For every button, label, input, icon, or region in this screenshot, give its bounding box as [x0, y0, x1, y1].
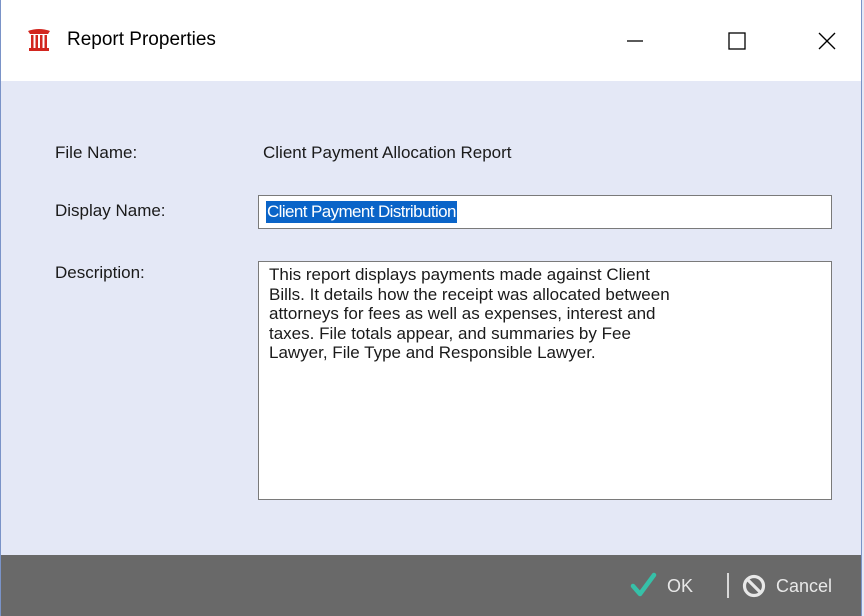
window-title: Report Properties [67, 29, 216, 50]
form-area: File Name: Client Payment Allocation Rep… [1, 81, 861, 555]
close-button[interactable] [791, 0, 863, 81]
maximize-button[interactable] [701, 0, 773, 81]
minimize-icon [627, 39, 643, 42]
cancel-button[interactable]: Cancel [742, 571, 832, 601]
description-label: Description: [55, 263, 145, 282]
cancel-label: Cancel [776, 575, 833, 596]
courthouse-icon [27, 28, 51, 52]
file-name-value: Client Payment Allocation Report [263, 143, 512, 162]
dialog-footer: OK Cancel [1, 555, 861, 616]
maximize-icon [728, 31, 746, 50]
description-textarea[interactable]: This report displays payments made again… [258, 261, 832, 500]
checkmark-icon [630, 572, 657, 597]
ok-button[interactable]: OK [629, 571, 693, 601]
report-properties-dialog: Report Properties File Name: Client Paym… [0, 0, 862, 616]
footer-separator [727, 573, 729, 598]
display-name-label: Display Name: [55, 201, 166, 220]
display-name-field[interactable]: Client Payment Distribution [258, 195, 832, 229]
close-icon [818, 32, 836, 49]
title-bar[interactable]: Report Properties [1, 0, 861, 81]
display-name-selected-text: Client Payment Distribution [266, 201, 457, 223]
file-name-label: File Name: [55, 143, 138, 162]
minimize-button[interactable] [599, 0, 671, 81]
prohibited-icon [742, 574, 766, 598]
ok-label: OK [667, 575, 694, 596]
